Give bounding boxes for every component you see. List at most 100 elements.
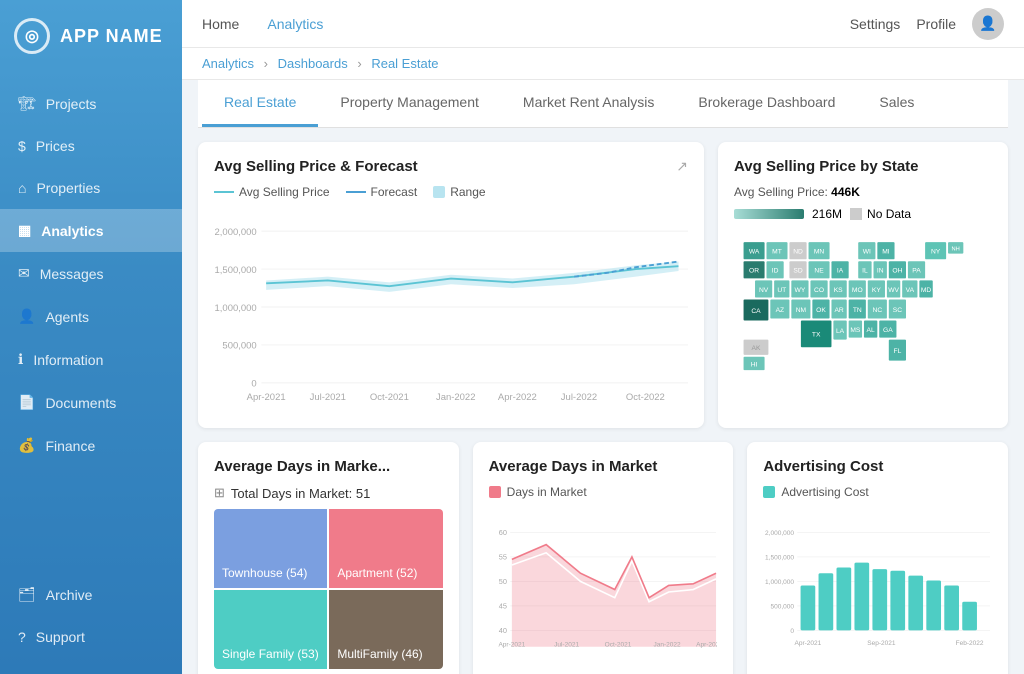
sidebar: ◎ APP NAME 🏗 Projects $ Prices ⌂ Propert… [0,0,182,674]
sidebar-item-label: Properties [36,180,100,196]
expand-icon[interactable]: ↗ [676,158,688,175]
svg-text:IN: IN [877,268,884,275]
tab-real-estate[interactable]: Real Estate [202,80,318,127]
svg-text:MO: MO [852,287,863,294]
settings-link[interactable]: Settings [850,16,901,32]
svg-text:MS: MS [850,327,861,334]
avg-days-market-title: Average Days in Market [489,458,718,475]
sidebar-item-label: Messages [40,266,104,282]
svg-text:CO: CO [814,287,824,294]
sidebar-item-agents[interactable]: 👤 Agents [0,295,182,338]
sidebar-item-analytics[interactable]: ▦ Analytics [0,209,182,252]
tab-property-management[interactable]: Property Management [318,80,501,127]
svg-text:NM: NM [796,307,807,314]
sidebar-item-finance[interactable]: 💰 Finance [0,424,182,467]
tab-brokerage-dashboard[interactable]: Brokerage Dashboard [676,80,857,127]
tab-sales[interactable]: Sales [857,80,936,127]
legend-forecast-label: Forecast [371,185,418,199]
svg-text:PA: PA [912,268,921,275]
adv-cost-legend-dot [763,486,775,498]
support-icon: ? [18,629,26,645]
svg-text:NE: NE [814,268,824,275]
svg-text:MD: MD [921,287,932,294]
sidebar-item-label: Finance [45,438,95,454]
svg-text:NV: NV [759,287,769,294]
treemap-townhouse: Townhouse (54) [214,509,327,588]
svg-text:45: 45 [498,601,506,610]
topbar-left: Home Analytics [202,10,335,38]
sidebar-item-prices[interactable]: $ Prices [0,125,182,167]
gradient-bar [734,209,804,219]
bottom-row: Average Days in Marke... ⊞ Total Days in… [198,442,1008,674]
svg-text:WV: WV [888,287,899,294]
sidebar-item-label: Projects [46,96,97,112]
us-map-svg: WA MT ND MN WI MI NY NH [734,229,992,389]
svg-text:60: 60 [498,528,506,537]
legend-range: Range [433,185,485,199]
sidebar-item-projects[interactable]: 🏗 Projects [0,82,182,125]
total-days-label: Total Days in Market: 51 [231,486,370,501]
svg-text:Apr-2021: Apr-2021 [247,392,286,403]
legend-avg-selling: Avg Selling Price [214,185,330,199]
treemap-title: Average Days in Marke... [214,458,443,475]
days-market-legend: Days in Market [489,485,718,499]
no-data-label: No Data [867,207,911,221]
svg-text:WI: WI [863,249,871,256]
sidebar-item-label: Agents [45,309,89,325]
breadcrumb-sep2: › [357,56,361,71]
user-avatar[interactable]: 👤 [972,8,1004,40]
svg-text:MT: MT [772,249,782,256]
range-legend-box [433,186,445,198]
svg-text:TX: TX [812,332,821,339]
tab-market-rent-analysis[interactable]: Market Rent Analysis [501,80,677,127]
breadcrumb-dashboards[interactable]: Dashboards [278,56,348,71]
sidebar-item-messages[interactable]: ✉ Messages [0,252,182,295]
chart-legend: Avg Selling Price Forecast Range [214,185,688,199]
advertising-cost-card: Advertising Cost Advertising Cost 2,000,… [747,442,1008,674]
sidebar-item-documents[interactable]: 📄 Documents [0,381,182,424]
svg-text:2,000,000: 2,000,000 [215,227,257,238]
avg-selling-legend-dot [214,191,234,193]
sidebar-item-properties[interactable]: ⌂ Properties [0,167,182,209]
home-link[interactable]: Home [202,16,239,32]
svg-text:CA: CA [751,308,761,315]
svg-text:Jul-2022: Jul-2022 [561,392,597,403]
avg-price-state-title: Avg Selling Price by State [734,158,992,175]
svg-text:Apr-2022: Apr-2022 [696,642,718,649]
projects-icon: 🏗 [18,95,36,112]
adv-cost-svg: 2,000,000 1,500,000 1,000,000 500,000 0 [763,505,992,670]
svg-text:MN: MN [814,249,825,256]
no-data-box: No Data [850,207,911,221]
svg-text:OK: OK [816,307,826,314]
svg-text:KS: KS [834,287,843,294]
svg-text:Sep-2021: Sep-2021 [868,640,897,647]
svg-text:500,000: 500,000 [771,603,795,610]
svg-text:IA: IA [837,268,844,275]
svg-text:MI: MI [882,249,890,256]
avg-price-svg: 2,000,000 1,500,000 1,000,000 500,000 0 … [214,207,688,407]
svg-text:55: 55 [498,552,506,561]
svg-text:GA: GA [883,327,893,334]
breadcrumb: Analytics › Dashboards › Real Estate [182,48,1024,80]
svg-text:Jul-2021: Jul-2021 [554,642,579,649]
breadcrumb-analytics[interactable]: Analytics [202,56,254,71]
avg-price-value: 446K [831,185,860,199]
sidebar-item-label: Archive [46,587,93,603]
forecast-legend-dot [346,191,366,193]
svg-text:OR: OR [749,268,759,275]
sidebar-item-support[interactable]: ? Support [0,616,182,658]
legend-forecast: Forecast [346,185,418,199]
sidebar-item-archive[interactable]: 🗂 Archive [0,573,182,616]
svg-text:NY: NY [931,249,941,256]
profile-link[interactable]: Profile [916,16,956,32]
tab-bar: Real Estate Property Management Market R… [198,80,1008,128]
sidebar-nav: 🏗 Projects $ Prices ⌂ Properties ▦ Analy… [0,72,182,563]
svg-text:VA: VA [906,287,915,294]
avg-price-title: Avg Selling Price & Forecast [214,158,418,175]
sidebar-item-information[interactable]: ℹ Information [0,338,182,381]
svg-text:Apr-2021: Apr-2021 [795,640,822,647]
days-in-market-legend-dot [489,486,501,498]
analytics-topbar-tab[interactable]: Analytics [255,10,335,38]
svg-text:SC: SC [893,307,902,314]
no-data-square [850,208,862,220]
